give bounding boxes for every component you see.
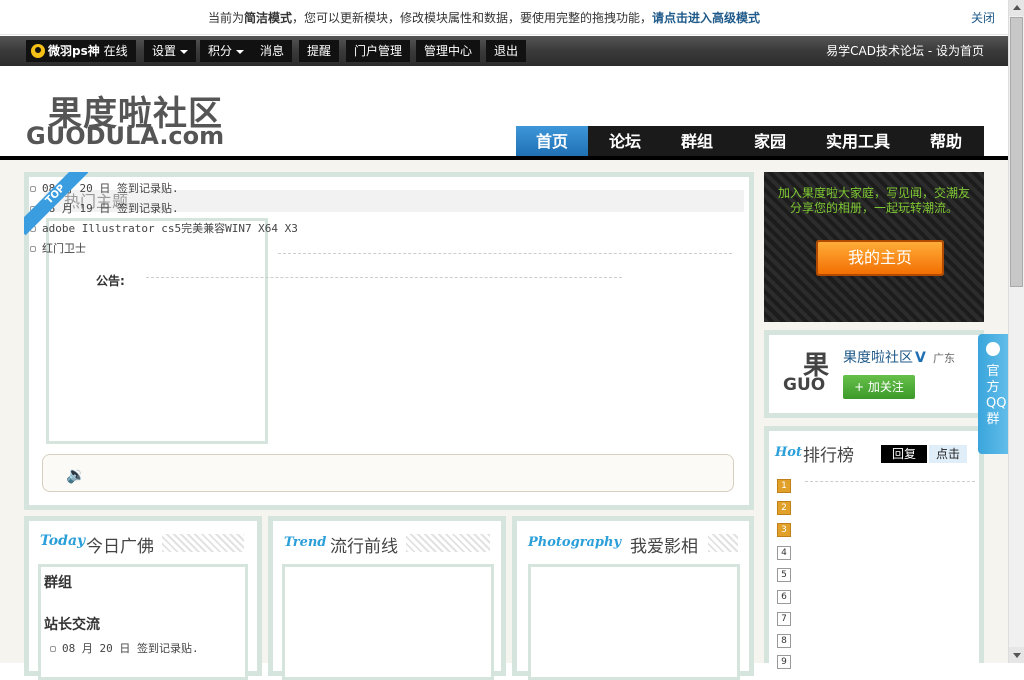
qq-group-label: 官方QQ群 [986,364,1007,427]
title-stripes [406,534,490,552]
trend-title-cn: 流行前线 [330,537,398,557]
dashed-divider [805,481,975,482]
user-status[interactable]: 微羽ps神 在线 [26,40,136,62]
nav-help[interactable]: 帮助 [908,126,984,157]
qq-penguin-icon [31,44,45,58]
title-stripes [162,534,244,552]
logout-link[interactable]: 退出 [486,40,527,62]
points-menu[interactable]: 积分 [200,40,253,62]
ranking-panel: Hot 排行榜 回复 点击 1 2 3 4 5 6 7 8 9 [764,426,984,669]
my-homepage-button[interactable]: 我的主页 [816,240,944,276]
follow-button[interactable]: + 加关注 [843,375,915,399]
announcement-bar [42,454,734,492]
top-ribbon: TOP [24,172,88,236]
today-title-en: Today [40,533,86,549]
mode-notice-bar: 当前为简洁模式，您可以更新模块，修改模块属性和数据，要使用完整的拖拽功能，请点击… [0,0,1008,35]
bullet-icon [50,646,56,652]
chevron-down-icon [236,49,245,54]
advanced-mode-link[interactable]: 请点击进入高级模式 [652,11,760,25]
photo-title-en: Photography [528,535,622,550]
avatar[interactable]: 果 GUO [779,345,835,401]
nav-groups[interactable]: 群组 [662,126,732,157]
profile-card: 果 GUO 果度啦社区 V 广东 + 加关注 [764,330,984,418]
announcement-divider [146,277,622,278]
profile-region: 广东 [933,352,955,365]
notice-mode: 简洁模式 [244,11,293,25]
header-divider [0,156,1008,160]
ribbon-label: TOP [24,172,88,236]
rank-number: 3 [777,523,791,537]
list-item[interactable]: 红门卫士 [30,240,86,256]
rank-number: 9 [777,655,791,669]
topic-link[interactable]: 红门卫士 [42,242,86,255]
users-icon [986,342,1000,356]
rank-number: 2 [777,501,791,515]
admin-center-link[interactable]: 管理中心 [416,40,481,62]
notice-close-link[interactable]: 关闭 [971,9,995,26]
rank-number: 5 [777,568,791,582]
chevron-down-icon [180,49,189,54]
settings-menu[interactable]: 设置 [144,40,197,62]
bullet-icon [30,246,36,252]
dashed-divider [278,253,732,254]
notice-message: ，您可以更新模块，修改模块属性和数据，要使用完整的拖拽功能， [292,11,653,25]
group-heading: 群组 [44,575,72,591]
scroll-down-icon[interactable] [1009,647,1024,663]
rank-number: 4 [777,546,791,560]
scroll-thumb[interactable] [1010,17,1023,287]
scroll-up-icon[interactable] [1009,0,1024,16]
toolbar-separator: - [927,44,933,58]
verified-icon: V [915,350,926,366]
reminders-link[interactable]: 提醒 [299,40,340,62]
topic-link[interactable]: 08 月 20 日 签到记录贴. [62,642,199,655]
profile-name-link[interactable]: 果度啦社区 V [843,347,926,367]
avatar-bottom: GUO [783,375,826,395]
settings-label: 设置 [152,44,177,58]
scrollbar[interactable] [1008,0,1024,663]
rank-number: 6 [777,590,791,604]
list-item[interactable]: 08 月 20 日 签到记录贴. [50,640,199,656]
qq-group-tab[interactable]: 官方QQ群 [978,334,1008,454]
points-label: 积分 [208,44,233,58]
nav-home-space[interactable]: 家园 [732,126,808,157]
promo-message: 加入果度啦大家庭，写见闻，交潮友分享您的相册，一起玩转潮流。 [777,186,970,215]
rank-number: 1 [777,479,791,493]
toolbar-right: 易学CAD技术论坛 - 设为首页 [826,40,984,62]
online-status: 在线 [103,44,128,58]
ranking-title-en: Hot [775,445,802,460]
nav-tools[interactable]: 实用工具 [808,126,908,157]
tab-reply[interactable]: 回复 [881,445,927,463]
today-title-cn: 今日广佛 [86,537,154,557]
main-nav: 首页 论坛 群组 家园 实用工具 帮助 [516,126,984,157]
portal-admin-link[interactable]: 门户管理 [346,40,411,62]
ranking-title-cn: 排行榜 [803,446,854,466]
rank-number: 8 [777,634,791,648]
nav-home[interactable]: 首页 [516,126,588,157]
top-toolbar: 微羽ps神 在线 设置 积分 消息 提醒 门户管理 管理中心 退出 易学CAD技… [0,36,1008,66]
promo-banner: 加入果度啦大家庭，写见闻，交潮友分享您的相册，一起玩转潮流。 我的主页 [764,172,984,322]
speaker-icon: 🔉 [66,465,86,484]
mode-notice-text: 当前为简洁模式，您可以更新模块，修改模块属性和数据，要使用完整的拖拽功能，请点击… [208,9,760,26]
set-home-link[interactable]: 设为首页 [936,44,984,58]
photo-title-cn: 我爱影相 [630,537,698,557]
profile-name: 果度啦社区 [843,350,913,366]
rank-number: 7 [777,612,791,626]
title-stripes [708,534,738,552]
admin-exchange-heading: 站长交流 [44,617,100,633]
username[interactable]: 微羽ps神 [48,44,100,58]
tab-click[interactable]: 点击 [929,445,967,463]
notice-prefix: 当前为 [208,11,245,25]
trend-title-en: Trend [284,535,327,550]
nav-forum[interactable]: 论坛 [588,126,662,157]
announcement-label: 公告: [96,274,125,288]
messages-link[interactable]: 消息 [252,40,293,62]
toolbar-inner: 微羽ps神 在线 设置 积分 消息 提醒 门户管理 管理中心 退出 易学CAD技… [26,40,984,62]
logo-en: GUODULA.com [26,122,225,150]
site-name-link[interactable]: 易学CAD技术论坛 [826,44,924,58]
